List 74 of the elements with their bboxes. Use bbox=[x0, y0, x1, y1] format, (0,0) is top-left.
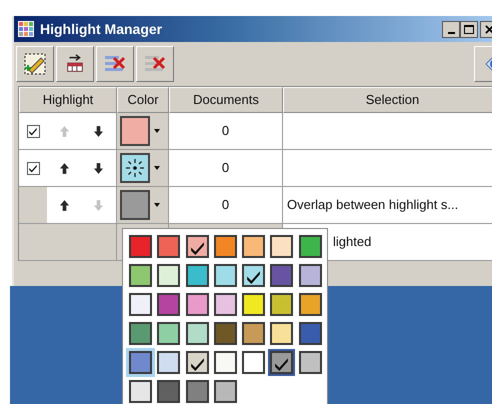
color-swatch[interactable] bbox=[157, 264, 180, 287]
color-swatch[interactable] bbox=[270, 293, 294, 316]
color-swatch[interactable] bbox=[120, 190, 150, 220]
color-swatch[interactable] bbox=[298, 235, 322, 258]
color-swatch[interactable] bbox=[214, 235, 237, 258]
color-swatch[interactable] bbox=[214, 264, 237, 287]
checkmark-icon bbox=[28, 163, 38, 173]
close-icon bbox=[484, 24, 492, 34]
color-swatch[interactable] bbox=[298, 322, 322, 345]
table-arrow-icon bbox=[64, 53, 86, 75]
color-swatch[interactable] bbox=[129, 380, 152, 403]
column-header[interactable]: Highlight bbox=[19, 87, 117, 113]
color-swatch[interactable] bbox=[298, 293, 322, 316]
table-cell: 0 bbox=[169, 187, 283, 223]
app-icon bbox=[18, 21, 34, 37]
color-swatch[interactable] bbox=[186, 264, 209, 287]
color-swatch[interactable] bbox=[120, 116, 150, 146]
color-swatch[interactable] bbox=[157, 293, 180, 316]
color-swatch[interactable] bbox=[129, 351, 152, 374]
down-arrow-icon[interactable] bbox=[94, 162, 104, 174]
toolbar-button[interactable] bbox=[16, 46, 54, 82]
column-header[interactable]: Documents bbox=[169, 87, 283, 113]
color-swatch[interactable] bbox=[157, 380, 180, 403]
color-swatch[interactable] bbox=[129, 293, 152, 316]
window-title: Highlight Manager bbox=[40, 20, 162, 39]
color-swatch[interactable] bbox=[157, 351, 180, 374]
column-header[interactable]: Selection bbox=[283, 87, 492, 113]
up-arrow-icon[interactable] bbox=[60, 162, 69, 174]
maximize-button[interactable] bbox=[460, 20, 478, 38]
color-swatch[interactable] bbox=[129, 322, 152, 345]
color-swatch[interactable] bbox=[298, 264, 322, 287]
dropdown-caret-icon[interactable] bbox=[154, 129, 160, 133]
dropdown-caret-icon[interactable] bbox=[154, 203, 160, 207]
minimize-button[interactable] bbox=[442, 20, 460, 38]
color-swatch[interactable] bbox=[242, 264, 266, 287]
color-swatch[interactable] bbox=[242, 235, 266, 258]
color-swatch[interactable] bbox=[214, 293, 237, 316]
checkmark-icon bbox=[28, 126, 38, 136]
up-arrow-icon[interactable] bbox=[60, 200, 69, 210]
color-swatch[interactable] bbox=[298, 351, 322, 374]
minimize-icon bbox=[448, 32, 454, 34]
color-swatch[interactable] bbox=[129, 235, 152, 258]
color-swatch[interactable] bbox=[186, 293, 209, 316]
table-cell: 0 bbox=[169, 113, 283, 149]
checkbox[interactable] bbox=[26, 124, 40, 138]
maximize-icon bbox=[464, 24, 474, 34]
table-cell: 0 bbox=[169, 150, 283, 186]
color-swatch[interactable] bbox=[242, 322, 266, 345]
color-swatch[interactable] bbox=[242, 351, 266, 374]
color-swatch[interactable] bbox=[186, 235, 209, 258]
pencil-selection-icon bbox=[23, 52, 47, 76]
color-swatch[interactable] bbox=[157, 235, 180, 258]
checkbox[interactable] bbox=[26, 162, 40, 174]
column-header[interactable]: Color bbox=[117, 87, 169, 113]
color-swatch[interactable] bbox=[186, 351, 209, 374]
color-swatch[interactable] bbox=[186, 322, 209, 345]
color-swatch[interactable] bbox=[186, 380, 209, 403]
color-swatch[interactable] bbox=[242, 293, 266, 316]
down-arrow-icon[interactable] bbox=[94, 126, 104, 136]
color-swatch[interactable] bbox=[270, 235, 294, 258]
color-swatch[interactable] bbox=[214, 322, 237, 345]
dropdown-caret-icon[interactable] bbox=[154, 166, 160, 170]
color-swatch[interactable] bbox=[270, 351, 294, 374]
color-swatch[interactable] bbox=[120, 153, 150, 183]
color-swatch[interactable] bbox=[270, 264, 294, 287]
color-swatch[interactable] bbox=[270, 322, 294, 345]
toolbar-button[interactable] bbox=[56, 46, 94, 82]
color-swatch[interactable] bbox=[157, 322, 180, 345]
color-swatch[interactable] bbox=[214, 380, 237, 403]
sunburst-icon bbox=[125, 158, 145, 178]
color-swatch[interactable] bbox=[129, 264, 152, 287]
color-swatch[interactable] bbox=[214, 351, 237, 374]
table-cell: Overlap between highlight s... bbox=[283, 187, 492, 223]
cell-background bbox=[19, 187, 47, 223]
